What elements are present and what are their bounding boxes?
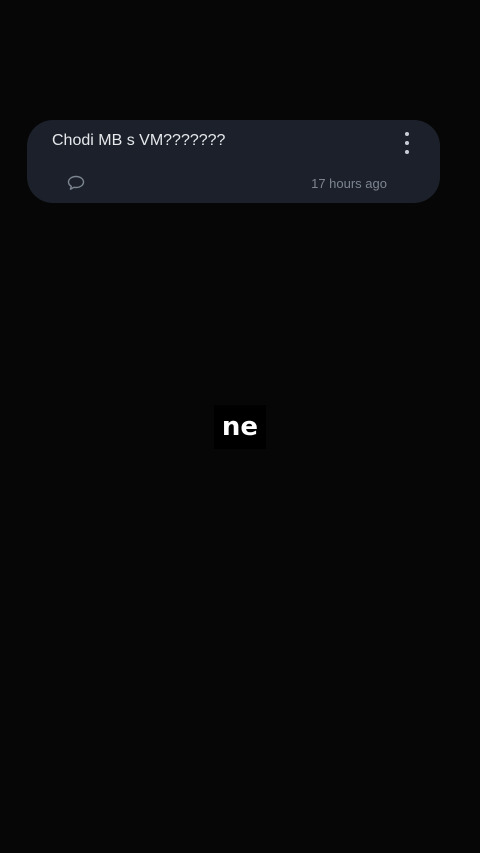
screen: Chodi MB s VM??????? 17 hours ago ne [0,0,480,853]
more-vertical-icon [405,132,409,136]
more-vertical-icon-dot [405,150,409,154]
more-vertical-icon-dot [405,141,409,145]
speech-bubble-icon[interactable] [67,175,85,191]
more-options-button[interactable] [400,130,414,156]
comment-card[interactable]: Chodi MB s VM??????? 17 hours ago [27,120,440,203]
comment-timestamp: 17 hours ago [311,176,387,191]
caption-word: ne [214,405,266,449]
comment-text: Chodi MB s VM??????? [52,132,226,149]
